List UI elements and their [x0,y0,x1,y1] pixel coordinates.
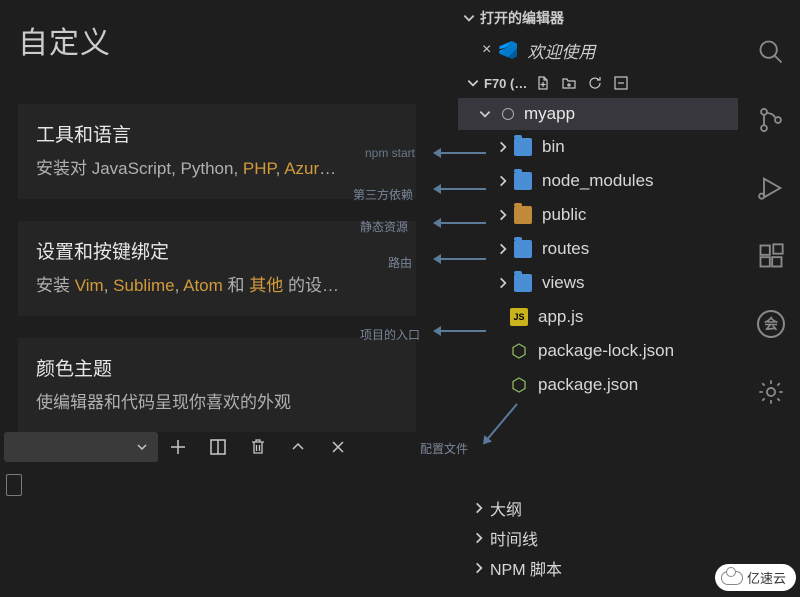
folder-icon [514,240,532,258]
vscode-icon [499,41,517,59]
close-button[interactable] [318,429,358,465]
section-npm-scripts[interactable]: NPM 脚本 [458,554,738,582]
card-tools-languages[interactable]: 工具和语言 安装对 JavaScript, Python, PHP, Azur… [18,104,416,199]
card-keybindings[interactable]: 设置和按键绑定 安装 Vim, Sublime, Atom 和 其他 的设… [18,221,416,316]
welcome-pane: 自定义 工具和语言 安装对 JavaScript, Python, PHP, A… [0,0,425,597]
new-folder-icon[interactable] [561,75,577,91]
welcome-title: 自定义 [18,18,425,62]
trash-button[interactable] [238,429,278,465]
tree-label: node_modules [542,171,654,191]
new-file-icon[interactable] [535,75,551,91]
chevron-right-icon [472,531,486,545]
card-color-theme[interactable]: 颜色主题 使编辑器和代码呈现你喜欢的外观 [18,338,416,433]
tree-label: package-lock.json [538,341,674,361]
tab-label: 欢迎使用 [527,38,595,63]
annotation-route: 路由 [388,254,412,271]
json-icon [510,342,528,360]
tree-folder-node-modules[interactable]: node_modules [458,164,738,198]
chevron-right-icon [496,208,510,222]
annotation-deps: 第三方依赖 [353,186,413,203]
folder-icon [514,138,532,156]
activity-bar: 会 [742,0,800,597]
close-icon[interactable]: × [482,41,491,59]
tree-folder-public[interactable]: public [458,198,738,232]
circle-icon [502,108,514,120]
tree-label: routes [542,239,589,259]
extensions-icon[interactable] [757,242,785,270]
chevron-right-icon [496,242,510,256]
tree-file-appjs[interactable]: JS app.js [458,300,738,334]
chevron-up-button[interactable] [278,429,318,465]
brand-badge: 亿速云 [715,564,796,591]
tree-root[interactable]: myapp [458,98,738,130]
file-tree: bin node_modules public routes views JS a… [458,130,738,402]
placeholder-icon [6,474,22,496]
tree-label: bin [542,137,565,157]
card-body: 使编辑器和代码呈现你喜欢的外观 [36,391,398,415]
explorer-panel: 打开的编辑器 × 欢迎使用 F70 (… myapp bin node_modu… [458,0,738,597]
card-body: 安装对 JavaScript, Python, PHP, Azur… [36,157,398,181]
editor-toolbar [0,428,425,466]
folder-header-label: F70 (… [484,76,527,91]
folder-icon [514,274,532,292]
section-label: 时间线 [490,526,538,550]
card-body: 安装 Vim, Sublime, Atom 和 其他 的设… [36,274,398,298]
section-label: NPM 脚本 [490,556,562,580]
folder-icon [514,172,532,190]
run-debug-icon[interactable] [757,174,785,202]
tree-label: app.js [538,307,583,327]
tree-folder-bin[interactable]: bin [458,130,738,164]
chevron-right-icon [496,174,510,188]
annotation-static: 静态资源 [360,218,408,235]
chevron-down-icon [478,107,492,121]
chevron-right-icon [496,140,510,154]
brand-text: 亿速云 [747,568,786,587]
tree-folder-routes[interactable]: routes [458,232,738,266]
gear-icon[interactable] [757,378,785,406]
account-icon[interactable]: 会 [757,310,785,338]
section-label: 大纲 [490,496,522,520]
card-title: 工具和语言 [36,120,398,147]
chevron-down-icon [466,76,480,90]
card-title: 颜色主题 [36,354,398,381]
open-editor-tab[interactable]: × 欢迎使用 [458,32,738,68]
tree-label: package.json [538,375,638,395]
dropdown[interactable] [4,432,158,462]
refresh-icon[interactable] [587,75,603,91]
annotation-npmstart: npm start [365,146,415,160]
tree-label: public [542,205,586,225]
chevron-down-icon [136,441,148,453]
folder-header[interactable]: F70 (… [458,68,738,98]
chevron-down-icon [462,11,476,25]
section-open-editors[interactable]: 打开的编辑器 [458,4,738,32]
chevron-right-icon [496,276,510,290]
add-button[interactable] [158,429,198,465]
root-label: myapp [524,104,575,124]
annotation-entry: 项目的入口 [360,326,420,343]
split-editor-button[interactable] [198,429,238,465]
tree-file-package-json[interactable]: package.json [458,368,738,402]
collapse-icon[interactable] [613,75,629,91]
chevron-right-icon [472,561,486,575]
js-icon: JS [510,308,528,326]
section-outline[interactable]: 大纲 [458,494,738,522]
json-icon [510,376,528,394]
tree-label: views [542,273,585,293]
section-label: 打开的编辑器 [480,8,564,28]
tree-folder-views[interactable]: views [458,266,738,300]
tree-file-package-lock[interactable]: package-lock.json [458,334,738,368]
folder-icon [514,206,532,224]
card-title: 设置和按键绑定 [36,237,398,264]
cloud-icon [721,571,743,585]
source-control-icon[interactable] [757,106,785,134]
search-icon[interactable] [757,38,785,66]
chevron-right-icon [472,501,486,515]
section-timeline[interactable]: 时间线 [458,524,738,552]
